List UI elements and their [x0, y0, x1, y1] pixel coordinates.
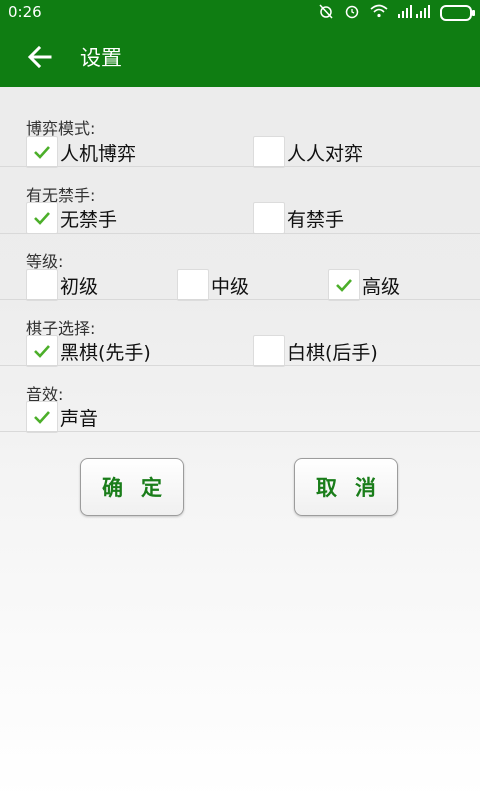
- option-no-forbidden[interactable]: 无禁手: [26, 202, 117, 234]
- option-label: 声音: [60, 407, 99, 430]
- checkbox[interactable]: [26, 202, 58, 234]
- checkbox[interactable]: [253, 335, 285, 367]
- alarm-off-icon: [318, 3, 334, 23]
- option-pve[interactable]: 人机博弈: [26, 136, 136, 168]
- checkbox[interactable]: [26, 335, 58, 367]
- divider: [0, 299, 480, 300]
- check-icon: [336, 279, 352, 292]
- divider: [0, 431, 480, 432]
- option-level-advanced[interactable]: 高级: [328, 269, 400, 301]
- back-arrow-icon[interactable]: [24, 41, 56, 73]
- option-forbidden[interactable]: 有禁手: [253, 202, 344, 234]
- option-black[interactable]: 黑棋(先手): [26, 335, 151, 367]
- checkbox[interactable]: [177, 269, 209, 301]
- option-label: 有禁手: [287, 208, 345, 231]
- checkbox[interactable]: [26, 136, 58, 168]
- option-label: 中级: [211, 275, 250, 298]
- check-icon: [34, 411, 50, 424]
- divider: [0, 365, 480, 366]
- alarm-icon: [344, 3, 360, 23]
- option-label: 黑棋(先手): [60, 341, 151, 364]
- status-time: 0:26: [8, 3, 42, 21]
- option-white[interactable]: 白棋(后手): [253, 335, 378, 367]
- signal-icon: [398, 4, 430, 22]
- option-level-beginner[interactable]: 初级: [26, 269, 98, 301]
- divider: [0, 166, 480, 167]
- checkbox[interactable]: [253, 136, 285, 168]
- toolbar: 设置: [0, 24, 480, 87]
- confirm-button[interactable]: 确定: [80, 458, 184, 516]
- checkbox[interactable]: [26, 269, 58, 301]
- option-label: 初级: [60, 275, 99, 298]
- wifi-icon: [370, 4, 388, 22]
- status-bar: 0:26: [0, 0, 480, 24]
- checkbox[interactable]: [253, 202, 285, 234]
- option-level-intermediate[interactable]: 中级: [177, 269, 249, 301]
- divider: [0, 233, 480, 234]
- option-label: 无禁手: [60, 208, 118, 231]
- status-icons: [318, 3, 475, 23]
- battery-icon: [440, 5, 475, 21]
- check-icon: [34, 345, 50, 358]
- checkbox[interactable]: [328, 269, 360, 301]
- cancel-button[interactable]: 取消: [294, 458, 398, 516]
- option-pvp[interactable]: 人人对弈: [253, 136, 363, 168]
- option-label: 人人对弈: [287, 142, 364, 165]
- option-sound[interactable]: 声音: [26, 401, 98, 433]
- page-title: 设置: [80, 46, 122, 70]
- option-label: 高级: [362, 275, 401, 298]
- check-icon: [34, 146, 50, 159]
- option-label: 白棋(后手): [287, 341, 378, 364]
- option-label: 人机博弈: [60, 142, 137, 165]
- check-icon: [34, 212, 50, 225]
- checkbox[interactable]: [26, 401, 58, 433]
